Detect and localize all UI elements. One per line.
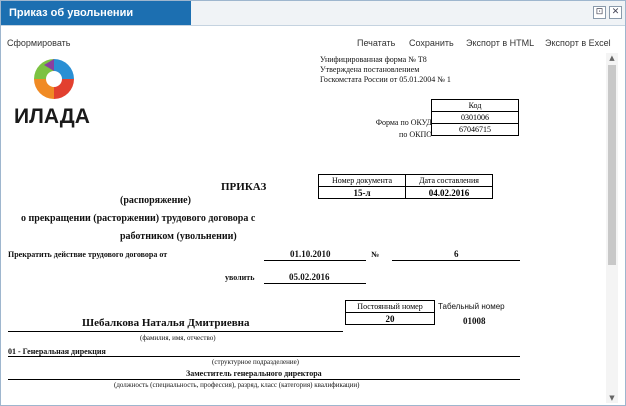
form-button[interactable]: Сформировать <box>7 38 70 48</box>
tab-number-label: Табельный номер <box>438 302 505 311</box>
restore-icon[interactable]: ⊡ <box>593 6 606 19</box>
doc-title: ПРИКАЗ <box>221 181 267 193</box>
employee-name: Шебалкова Наталья Дмитриевна <box>82 317 250 329</box>
doc-number: 15-л <box>318 186 406 199</box>
terminate-date-line <box>264 260 366 261</box>
form-header-line1: Унифицированная форма № Т8 <box>320 55 427 64</box>
scroll-down-icon[interactable]: ▼ <box>606 393 618 403</box>
scrollbar-thumb[interactable] <box>608 65 616 265</box>
logo-text: ИЛАДА <box>14 105 90 128</box>
code-header: Код <box>431 99 519 112</box>
export-excel-button[interactable]: Экспорт в Excel <box>545 38 611 48</box>
dismiss-label: уволить <box>225 273 255 282</box>
name-caption: (фамилия, имя, отчество) <box>140 334 216 342</box>
okud-value: 0301006 <box>431 111 519 124</box>
doc-subtitle-2: о прекращении (расторжении) трудового до… <box>21 213 256 224</box>
code-table: Код 0301006 67046715 <box>431 99 519 136</box>
vertical-scrollbar[interactable]: ▲ ▼ <box>606 53 618 403</box>
save-button[interactable]: Сохранить <box>409 38 454 48</box>
employee-name-line <box>8 331 343 332</box>
doc-number-label: Номер документа <box>318 174 406 187</box>
number-sign: № <box>371 250 380 259</box>
terminate-label: Прекратить действие трудового договора о… <box>8 250 168 259</box>
perm-number: 20 <box>345 312 435 325</box>
contract-number-line <box>392 260 520 261</box>
okpo-value: 67046715 <box>431 123 519 136</box>
tab-number: 01008 <box>463 316 486 326</box>
position: Заместитель генерального директора <box>186 369 322 378</box>
contract-number: 6 <box>454 249 459 259</box>
doc-date-label: Дата составления <box>405 174 493 187</box>
position-caption: (должность (специальность, профессия), р… <box>114 381 360 389</box>
position-line <box>8 379 520 380</box>
report-window: Приказ об увольнении сотрудника ⊡ ✕ Сфор… <box>0 0 626 406</box>
terminate-date: 01.10.2010 <box>290 249 331 259</box>
perm-number-table: Постоянный номер 20 <box>345 300 435 325</box>
doc-subtitle-1: (распоряжение) <box>120 195 191 206</box>
perm-number-label: Постоянный номер <box>345 300 435 313</box>
dismiss-date: 05.02.2016 <box>289 272 330 282</box>
doc-number-table: Номер документа Дата составления 15-л 04… <box>318 174 493 199</box>
ilada-logo-icon <box>34 59 74 99</box>
report-content: ИЛАДА Унифицированная форма № Т8 Утвержд… <box>2 51 614 403</box>
export-html-button[interactable]: Экспорт в HTML <box>466 38 534 48</box>
doc-date: 04.02.2016 <box>405 186 493 199</box>
dismiss-date-line <box>264 283 366 284</box>
title-bar: Приказ об увольнении сотрудника ⊡ ✕ <box>1 1 625 43</box>
print-button[interactable]: Печатать <box>357 38 395 48</box>
okud-label: Форма по ОКУД <box>375 118 432 127</box>
toolbar: Сформировать Печатать Сохранить Экспорт … <box>1 33 625 51</box>
window-title: Приказ об увольнении сотрудника <box>1 1 191 43</box>
close-icon[interactable]: ✕ <box>609 6 622 19</box>
form-header-line3: Госкомстата России от 05.01.2004 № 1 <box>320 75 451 84</box>
doc-subtitle-3: работником (увольнении) <box>120 231 237 242</box>
scroll-up-icon[interactable]: ▲ <box>606 53 618 63</box>
form-header-line2: Утверждена постановлением <box>320 65 420 74</box>
department-line <box>8 356 520 357</box>
department: 01 - Генеральная дирекция <box>8 347 106 356</box>
department-caption: (структурное подразделение) <box>212 358 300 366</box>
okpo-label: по ОКПО <box>399 130 432 139</box>
